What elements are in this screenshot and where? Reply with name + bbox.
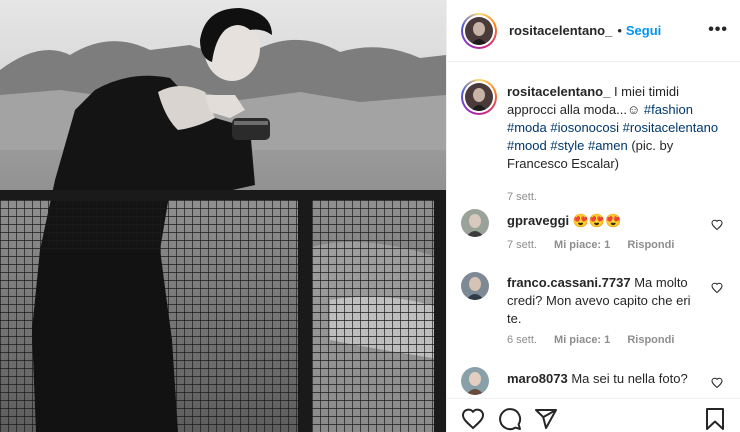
post-side-panel: rositacelentano_ • Segui ••• rositacelen… xyxy=(446,0,740,432)
commenter-avatar[interactable] xyxy=(461,209,489,237)
caption-username[interactable]: rositacelentano_ xyxy=(507,84,610,99)
post-header: rositacelentano_ • Segui ••• xyxy=(447,0,740,62)
bookmark-icon[interactable] xyxy=(703,407,727,431)
heart-icon[interactable] xyxy=(461,407,485,431)
hashtag[interactable]: #style xyxy=(550,138,584,153)
caption-avatar[interactable] xyxy=(461,79,497,115)
post-action-bar xyxy=(447,398,740,432)
comment-meta: 7 sett. Mi piace: 1 Rispondi xyxy=(507,239,688,251)
commenter-username[interactable]: franco.cassani.7737 xyxy=(507,275,631,290)
hashtag[interactable]: #fashion xyxy=(644,102,693,117)
comment-message: 😍😍😍 xyxy=(572,213,622,228)
small-heart-icon[interactable] xyxy=(711,219,723,231)
commenter-username[interactable]: maro8073 xyxy=(507,371,568,386)
reply-button[interactable]: Rispondi xyxy=(627,334,674,346)
hashtag[interactable]: #rositacelentano xyxy=(623,120,718,135)
post-photo[interactable] xyxy=(0,0,446,432)
instagram-post: rositacelentano_ • Segui ••• rositacelen… xyxy=(0,0,740,432)
author-username[interactable]: rositacelentano_ xyxy=(509,23,612,38)
comment-timestamp[interactable]: 7 sett. xyxy=(507,239,537,251)
author-avatar[interactable] xyxy=(461,12,497,49)
caption-avatar-image xyxy=(465,83,493,111)
comment-text: maro8073 Ma sei tu nella foto? xyxy=(507,370,707,388)
caption-timestamp[interactable]: 7 sett. xyxy=(507,191,537,203)
comment-likes[interactable]: Mi piace: 1 xyxy=(554,334,610,346)
comment-message: Ma sei tu nella foto? xyxy=(571,371,688,386)
comment-meta: 6 sett. Mi piace: 1 Rispondi xyxy=(507,334,688,346)
follow-button[interactable]: Segui xyxy=(626,23,661,38)
commenter-avatar[interactable] xyxy=(461,367,489,395)
header-separator: • xyxy=(617,23,622,38)
author-avatar-image xyxy=(465,16,493,45)
comment-text: franco.cassani.7737 Ma molto credi? Mon … xyxy=(507,274,707,328)
hashtag[interactable]: #moda xyxy=(507,120,547,135)
comments-list[interactable]: rositacelentano_ I miei timidi approcci … xyxy=(447,63,740,397)
commenter-username[interactable]: gpraveggi xyxy=(507,213,569,228)
small-heart-icon[interactable] xyxy=(711,282,723,294)
caption-text: rositacelentano_ I miei timidi approcci … xyxy=(507,83,729,173)
paper-plane-icon[interactable] xyxy=(534,407,558,431)
comment-bubble-icon[interactable] xyxy=(498,407,522,431)
small-heart-icon[interactable] xyxy=(711,377,723,389)
comment-text: gpraveggi 😍😍😍 xyxy=(507,212,707,230)
hashtag[interactable]: #amen xyxy=(588,138,628,153)
hashtag[interactable]: #iosonocosi xyxy=(550,120,619,135)
hashtag[interactable]: #mood xyxy=(507,138,547,153)
more-options-icon[interactable]: ••• xyxy=(708,22,728,38)
commenter-avatar[interactable] xyxy=(461,272,489,300)
post-photo-image xyxy=(0,0,446,432)
comment-timestamp[interactable]: 6 sett. xyxy=(507,334,537,346)
comment-likes[interactable]: Mi piace: 1 xyxy=(554,239,610,251)
reply-button[interactable]: Rispondi xyxy=(627,239,674,251)
